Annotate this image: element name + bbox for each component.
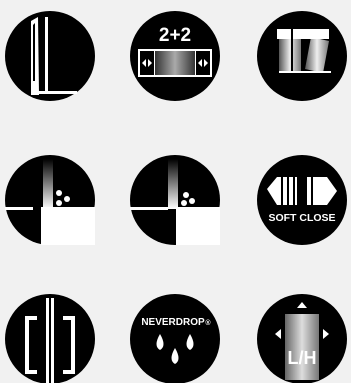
left-right-hand-icon: L/H	[257, 294, 347, 383]
neverdrop-registered-mark: ®	[205, 319, 211, 327]
bracket-icon	[5, 294, 95, 383]
soft-close-icon: SOFT CLOSE	[257, 155, 347, 245]
two-plus-two-icon: 2+2	[130, 11, 220, 101]
slim-profile-icon	[5, 11, 95, 101]
left-right-hand-label: L/H	[288, 348, 317, 368]
glass-panels-icon	[257, 11, 347, 101]
neverdrop-icon: NEVERDROP ®	[130, 294, 220, 383]
two-plus-two-label: 2+2	[159, 25, 191, 46]
soft-close-label: SOFT CLOSE	[268, 212, 335, 224]
feature-icon-grid: 2+2 SOFT CLOSE NEVERDROP ® L/H	[0, 0, 351, 383]
tray-profile-drops-icon	[130, 155, 220, 245]
wall-profile-drops-icon	[5, 155, 95, 245]
neverdrop-label: NEVERDROP	[141, 317, 205, 328]
